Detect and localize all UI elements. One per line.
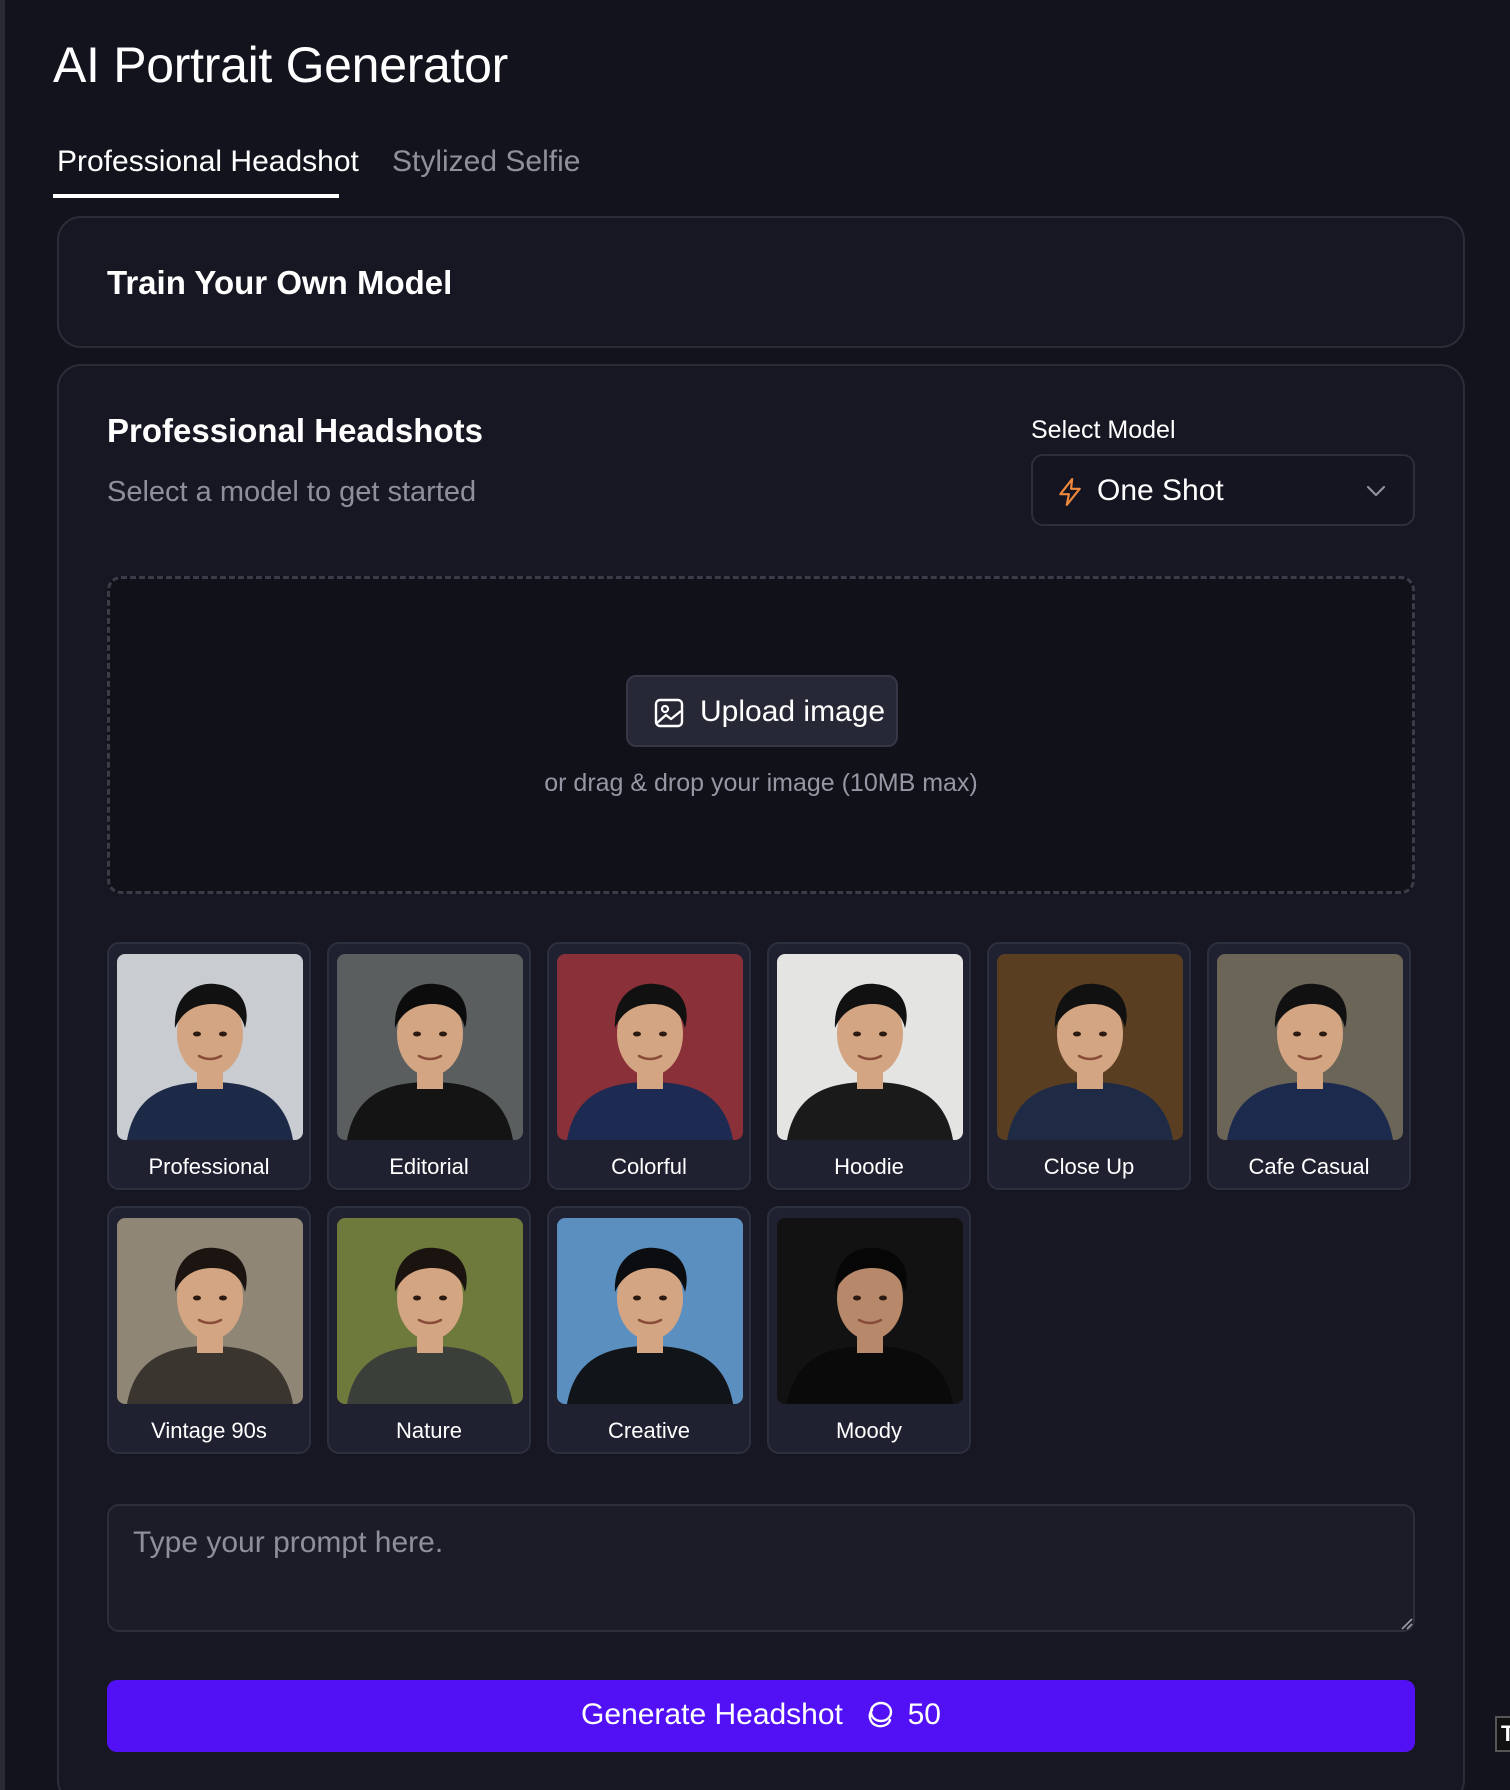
credits-count: 50	[907, 1698, 941, 1731]
style-thumbnail	[117, 1218, 303, 1404]
style-label: Nature	[395, 1418, 463, 1443]
professional-headshots-card: Professional Headshots Select a model to…	[57, 364, 1465, 1790]
style-thumbnail	[337, 954, 523, 1140]
style-thumbnail	[997, 954, 1183, 1140]
portrait-image	[1217, 954, 1403, 1140]
style-card[interactable]: Vintage 90s	[107, 1206, 311, 1454]
section-title: Professional Headshots	[107, 412, 483, 449]
portrait-image	[337, 1218, 523, 1404]
upload-image-button[interactable]: Upload image	[626, 675, 898, 747]
portrait-image	[777, 954, 963, 1140]
prompt-textarea[interactable]	[107, 1504, 1415, 1632]
train-model-card[interactable]: Train Your Own Model	[57, 216, 1465, 348]
upload-image-label: Upload image	[700, 695, 886, 728]
style-label: Moody	[835, 1418, 903, 1443]
page: AI Portrait Generator Professional Heads…	[0, 0, 1510, 1790]
style-card[interactable]: Colorful	[547, 942, 751, 1190]
credits-icon	[868, 1701, 893, 1728]
generate-headshot-button[interactable]: Generate Headshot 50	[107, 1680, 1415, 1752]
model-select-dropdown[interactable]: One Shot	[1031, 454, 1415, 526]
style-card[interactable]: Hoodie	[767, 942, 971, 1190]
resize-grip-icon[interactable]	[1399, 1616, 1413, 1630]
generate-label: Generate Headshot	[581, 1698, 843, 1731]
style-thumbnail	[777, 954, 963, 1140]
style-label: Creative	[608, 1418, 690, 1443]
style-card[interactable]: Nature	[327, 1206, 531, 1454]
image-dropzone[interactable]: Upload image or drag & drop your image (…	[107, 576, 1415, 894]
style-thumbnail	[1217, 954, 1403, 1140]
bolt-icon	[1059, 478, 1081, 506]
model-select-label: Select Model	[1031, 416, 1176, 444]
model-select-value: One Shot	[1097, 474, 1224, 507]
style-thumbnail	[117, 954, 303, 1140]
style-label: Hoodie	[834, 1154, 904, 1179]
style-label: Vintage 90s	[151, 1418, 267, 1443]
style-label: Close Up	[1043, 1154, 1135, 1179]
style-label: Editorial	[389, 1154, 469, 1179]
section-subtitle: Select a model to get started	[107, 476, 477, 508]
style-card[interactable]: Close Up	[987, 942, 1191, 1190]
style-label: Colorful	[611, 1154, 687, 1179]
style-card[interactable]: Editorial	[327, 942, 531, 1190]
style-card[interactable]: Moody	[767, 1206, 971, 1454]
portrait-image	[777, 1218, 963, 1404]
style-thumbnail	[337, 1218, 523, 1404]
style-card[interactable]: Cafe Casual	[1207, 942, 1411, 1190]
style-label: Cafe Casual	[1248, 1154, 1370, 1179]
dropzone-hint: or drag & drop your image (10MB max)	[544, 769, 978, 797]
portrait-image	[337, 954, 523, 1140]
style-label: Professional	[148, 1154, 270, 1179]
style-card[interactable]: Professional	[107, 942, 311, 1190]
page-title: AI Portrait Generator	[53, 37, 509, 93]
image-icon	[654, 698, 684, 728]
chevron-down-icon	[1366, 485, 1386, 497]
portrait-image	[557, 954, 743, 1140]
style-thumbnail	[777, 1218, 963, 1404]
portrait-image	[117, 1218, 303, 1404]
portrait-image	[117, 954, 303, 1140]
edge-chip[interactable]: T	[1495, 1716, 1510, 1752]
style-thumbnail	[557, 1218, 743, 1404]
portrait-image	[557, 1218, 743, 1404]
tab-professional-headshot[interactable]: Professional Headshot	[53, 138, 359, 198]
style-thumbnail	[557, 954, 743, 1140]
portrait-image	[997, 954, 1183, 1140]
tab-stylized-selfie[interactable]: Stylized Selfie	[388, 138, 584, 198]
train-model-title: Train Your Own Model	[107, 264, 453, 301]
style-card[interactable]: Creative	[547, 1206, 751, 1454]
